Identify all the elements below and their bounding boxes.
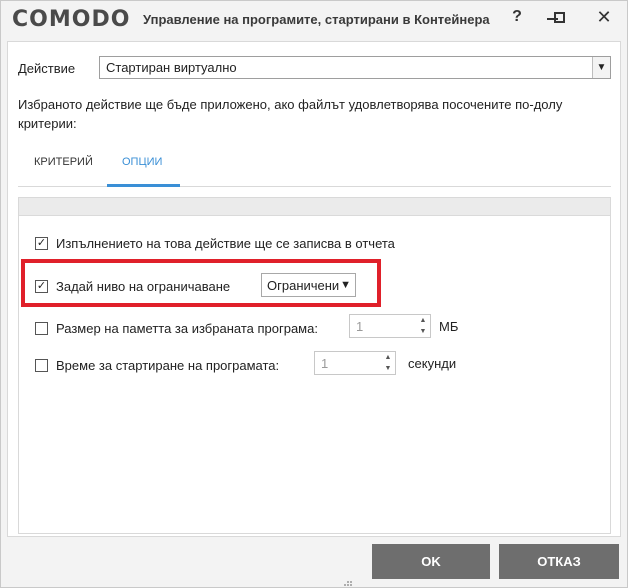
runtime-stepper[interactable]: 1 ▲ ▼: [314, 351, 396, 375]
options-panel: ✓ Изпълнението на това действие ще се за…: [18, 197, 611, 534]
close-button[interactable]: ✕: [587, 4, 621, 30]
tab-bar: КРИТЕРИЙ ОПЦИИ: [18, 144, 611, 187]
spin-down-icon[interactable]: ▼: [416, 326, 430, 337]
tab-options[interactable]: ОПЦИИ: [122, 156, 162, 168]
tab-criteria[interactable]: КРИТЕРИЙ: [34, 156, 93, 168]
restriction-option[interactable]: ✓ Задай ниво на ограничаване: [35, 279, 230, 294]
memory-option[interactable]: Размер на паметта за избраната програма:: [35, 321, 318, 336]
options-header: [19, 198, 610, 216]
runtime-option[interactable]: Време за стартиране на програмата:: [35, 358, 279, 373]
title-bar[interactable]: COMODO Управление на програмите, стартир…: [1, 1, 627, 37]
chevron-down-icon: ▼: [340, 279, 351, 291]
window-title: Управление на програмите, стартирани в К…: [143, 12, 490, 27]
spin-up-icon[interactable]: ▲: [381, 352, 395, 363]
memory-spin-buttons[interactable]: ▲ ▼: [416, 315, 430, 337]
action-label: Действие: [18, 61, 76, 76]
runtime-checkbox[interactable]: [35, 359, 48, 372]
restriction-level-select[interactable]: Ограничени ▼: [261, 273, 356, 297]
content-panel: Действие Стартиран виртуално ▼ Избраното…: [7, 41, 621, 537]
dropdown-arrow-icon[interactable]: ▼: [592, 57, 610, 78]
runtime-value: 1: [321, 356, 329, 371]
restriction-checkbox[interactable]: ✓: [35, 280, 48, 293]
ok-button[interactable]: OK: [372, 544, 490, 579]
memory-label: Размер на паметта за избраната програма:: [56, 321, 318, 336]
close-icon: ✕: [596, 6, 612, 27]
maximize-button[interactable]: [542, 4, 576, 30]
restriction-label: Задай ниво на ограничаване: [56, 279, 231, 294]
action-select-value: Стартиран виртуално: [106, 60, 237, 75]
spin-down-icon[interactable]: ▼: [381, 363, 395, 374]
active-tab-indicator: [107, 184, 180, 187]
cancel-button[interactable]: ОТКАЗ: [499, 544, 619, 579]
runtime-unit: секунди: [408, 356, 457, 371]
resize-grip-icon[interactable]: [343, 579, 353, 587]
help-icon: ?: [512, 8, 522, 25]
memory-size-stepper[interactable]: 1 ▲ ▼: [349, 314, 431, 338]
runtime-label: Време за стартиране на програмата:: [56, 358, 280, 373]
memory-unit: МБ: [439, 319, 459, 334]
description-text: Избраното действие ще бъде приложено, ак…: [18, 97, 563, 131]
memory-size-value: 1: [356, 319, 364, 334]
action-select[interactable]: Стартиран виртуално ▼: [99, 56, 611, 79]
log-action-checkbox[interactable]: ✓: [35, 237, 48, 250]
help-button[interactable]: ?: [500, 4, 534, 30]
memory-checkbox[interactable]: [35, 322, 48, 335]
spin-up-icon[interactable]: ▲: [416, 315, 430, 326]
maximize-icon: [553, 11, 565, 23]
log-action-label: Изпълнението на това действие ще се запи…: [56, 236, 395, 251]
dialog-window: COMODO Управление на програмите, стартир…: [0, 0, 628, 588]
restriction-level-value: Ограничени: [267, 278, 340, 293]
comodo-logo: COMODO: [12, 7, 131, 32]
runtime-spin-buttons[interactable]: ▲ ▼: [381, 352, 395, 374]
log-action-option[interactable]: ✓ Изпълнението на това действие ще се за…: [35, 236, 395, 251]
